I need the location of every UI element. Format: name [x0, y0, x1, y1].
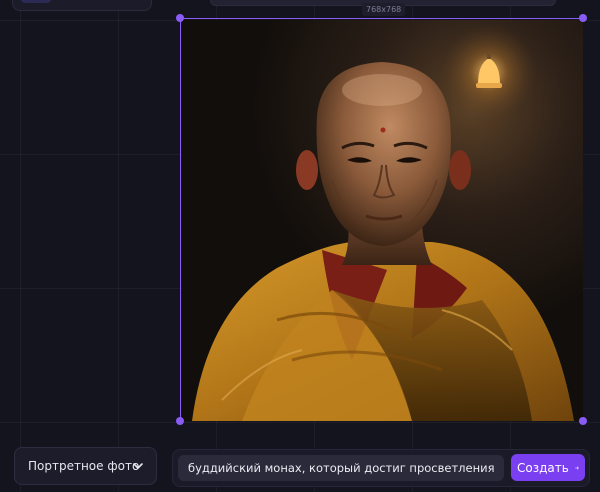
resize-handle-top-right[interactable]	[579, 14, 587, 22]
resize-handle-top-left[interactable]	[176, 14, 184, 22]
style-select[interactable]: Портретное фото	[14, 447, 157, 485]
image-size-badge: 768x768	[362, 3, 406, 16]
arrow-right-icon	[574, 466, 579, 469]
generated-image[interactable]	[182, 20, 583, 421]
resize-handle-bottom-right[interactable]	[579, 417, 587, 425]
chevron-down-icon	[133, 463, 143, 469]
create-button-label: Создать	[517, 460, 569, 475]
create-button[interactable]: Создать	[511, 454, 585, 481]
prompt-input[interactable]	[178, 455, 504, 481]
selected-image-frame[interactable]	[180, 18, 583, 421]
top-left-panel[interactable]	[12, 0, 152, 11]
panel-tab[interactable]	[21, 0, 51, 3]
editor-canvas: 768x768 Портретное фото буддийский монах…	[0, 0, 600, 492]
resize-handle-bottom-left[interactable]	[176, 417, 184, 425]
style-select-value: Портретное фото	[28, 459, 140, 473]
